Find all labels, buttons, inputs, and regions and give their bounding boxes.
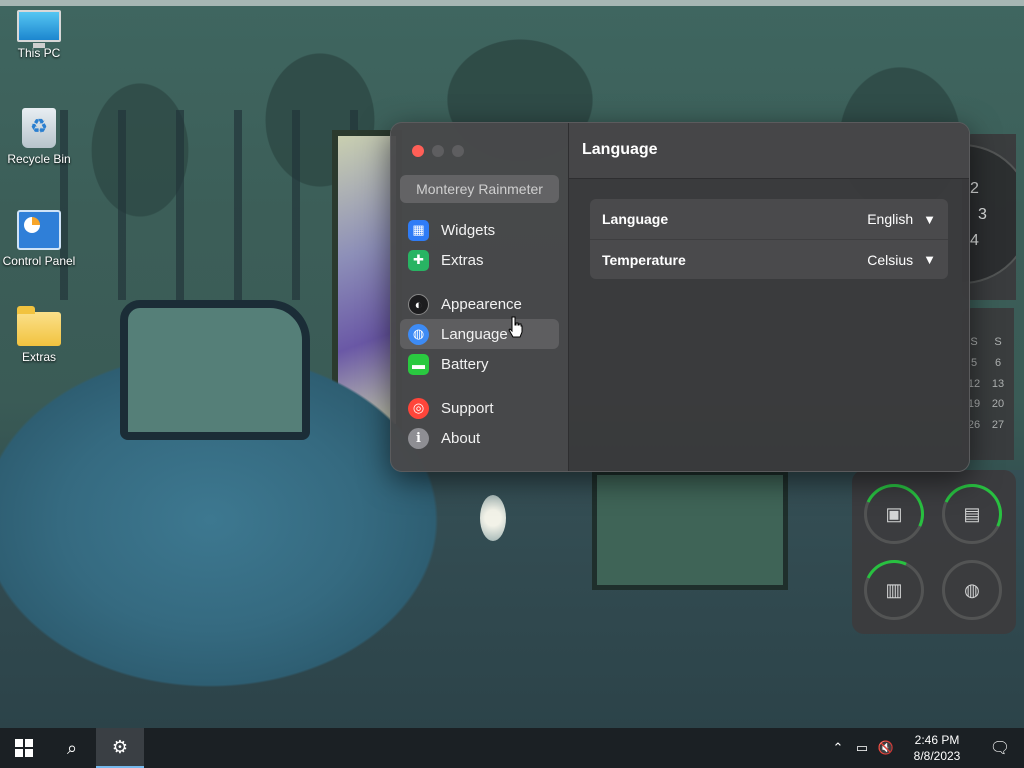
triangle-down-icon: ▼ [923, 252, 936, 267]
minimize-button[interactable] [432, 145, 444, 157]
disk-usage-ring: ▥ [864, 560, 924, 620]
system-tray: ⌃ ▭ 🔇 2:46 PM 8/8/2023 🗨 [826, 728, 1024, 768]
maximize-button[interactable] [452, 145, 464, 157]
clock-face [962, 144, 1016, 284]
volume-muted-icon[interactable]: 🔇 [874, 740, 898, 756]
ram-icon: ▤ [963, 503, 981, 524]
clock-widget: 2 3 4 [962, 134, 1016, 300]
cpu-icon: ▣ [885, 503, 903, 524]
temperature-dropdown[interactable]: Celsius ▼ [867, 252, 936, 268]
clock-number: 3 [978, 206, 987, 223]
setting-row-temperature: Temperature Celsius ▼ [590, 239, 948, 279]
control-panel-icon [17, 210, 61, 250]
calendar-date: 6 [994, 357, 1002, 369]
settings-card: Language English ▼ Temperature Celsius ▼ [590, 199, 948, 279]
globe-icon: ◍ [408, 323, 429, 345]
wallpaper-frame [592, 470, 788, 590]
calendar-date: 20 [991, 398, 1005, 410]
sidebar-item-widgets[interactable]: ▦ Widgets [400, 215, 559, 245]
sidebar-item-about[interactable]: i About [400, 423, 559, 453]
gear-icon: ⚙ [111, 736, 129, 757]
lifebuoy-icon: ◎ [408, 397, 429, 419]
content-pane: Language Language English ▼ Temperature … [569, 123, 969, 471]
search-button[interactable]: ⌕ [48, 728, 96, 768]
start-button[interactable] [0, 728, 48, 768]
taskbar-app-settings[interactable]: ⚙ [96, 728, 144, 768]
sidebar-item-label: Battery [441, 355, 489, 373]
calendar-day-header: S [994, 336, 1002, 348]
setting-label: Language [602, 211, 669, 227]
recycle-bin-icon [22, 108, 56, 148]
sidebar-item-label: Widgets [441, 221, 496, 239]
sidebar-item-label: Language [441, 325, 508, 343]
calendar-date: 13 [991, 378, 1005, 390]
computer-icon [17, 10, 61, 48]
sidebar-item-language[interactable]: ◍ Language [400, 319, 559, 349]
clock-date: 8/8/2023 [913, 749, 961, 763]
window-controls [412, 145, 559, 157]
nav-group-main: ▦ Widgets ✚ Extras [400, 215, 559, 275]
widgets-icon: ▦ [408, 219, 429, 241]
sidebar-item-extras[interactable]: ✚ Extras [400, 245, 559, 275]
nav-group-settings: ◐ Appearence ◍ Language ▬ Battery [400, 289, 559, 379]
sidebar-item-battery[interactable]: ▬ Battery [400, 349, 559, 379]
sidebar-item-label: Support [441, 399, 494, 417]
globe-icon: ◍ [964, 579, 980, 600]
desktop-icon-this-pc[interactable]: This PC [0, 10, 79, 60]
nav-group-help: ◎ Support i About [400, 393, 559, 453]
sidebar-item-label: Appearence [441, 295, 522, 313]
sidebar-item-appearance[interactable]: ◐ Appearence [400, 289, 559, 319]
language-dropdown[interactable]: English ▼ [867, 211, 936, 227]
settings-window: Monterey Rainmeter ▦ Widgets ✚ Extras ◐ … [390, 122, 970, 472]
sidebar-item-support[interactable]: ◎ Support [400, 393, 559, 423]
battery-icon: ▬ [408, 353, 429, 375]
windows-logo-icon [15, 739, 33, 757]
desktop-icon-control-panel[interactable]: Control Panel [0, 210, 79, 268]
sidebar-item-label: About [441, 429, 481, 447]
disk-icon: ▥ [885, 579, 903, 600]
taskbar-clock[interactable]: 2:46 PM 8/8/2023 [898, 732, 976, 764]
folder-icon [17, 306, 61, 346]
sidebar-item-label: Extras [441, 251, 484, 269]
chevron-up-icon[interactable]: ⌃ [826, 740, 850, 756]
setting-label: Temperature [602, 251, 686, 268]
clock-number: 2 [970, 180, 979, 197]
clock-number: 4 [970, 232, 979, 249]
calendar-date: 27 [991, 419, 1005, 431]
page-title: Language [569, 123, 969, 179]
ram-usage-ring: ▤ [942, 484, 1002, 544]
desktop-icon-recycle-bin[interactable]: Recycle Bin [0, 108, 79, 166]
dropdown-value: Celsius [867, 251, 914, 268]
notification-icon[interactable]: 🗨 [976, 738, 1024, 758]
dropdown-value: English [867, 211, 914, 227]
system-stats-widget: ▣ ▤ ▥ ◍ [852, 470, 1016, 634]
info-icon: i [408, 427, 429, 449]
triangle-down-icon: ▼ [923, 211, 936, 227]
network-icon[interactable]: ▭ [850, 740, 874, 756]
network-ring: ◍ [942, 560, 1002, 620]
app-title: Monterey Rainmeter [400, 175, 559, 203]
taskbar: ⌕ ⚙ ⌃ ▭ 🔇 2:46 PM 8/8/2023 🗨 [0, 728, 1024, 768]
cpu-usage-ring: ▣ [864, 484, 924, 544]
setting-row-language: Language English ▼ [590, 199, 948, 239]
hand-cursor-icon [508, 316, 523, 338]
appearance-icon: ◐ [408, 293, 429, 315]
sidebar: Monterey Rainmeter ▦ Widgets ✚ Extras ◐ … [391, 123, 569, 471]
clock-time: 2:46 PM [914, 733, 960, 747]
close-button[interactable] [412, 145, 424, 157]
extras-icon: ✚ [408, 249, 429, 271]
desktop-icon-extras[interactable]: Extras [0, 306, 79, 364]
search-icon: ⌕ [66, 737, 78, 758]
